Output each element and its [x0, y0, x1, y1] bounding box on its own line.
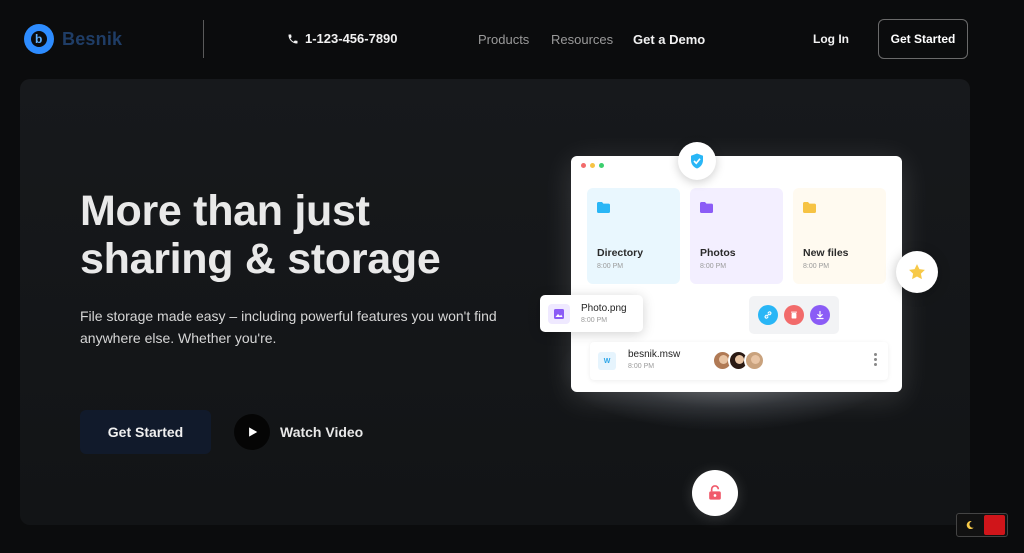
nav-link-resources[interactable]: Resources — [551, 32, 613, 47]
folder-name: Photos — [700, 247, 736, 259]
folder-time: 8:00 PM — [700, 263, 727, 270]
folder-shape — [597, 202, 610, 213]
folder-name: New files — [803, 247, 849, 259]
hero-get-started-button[interactable]: Get Started — [80, 410, 211, 454]
folder-card-directory[interactable]: Directory 8:00 PM — [587, 188, 680, 284]
more-options-icon[interactable] — [874, 353, 878, 368]
window-dots — [581, 163, 604, 168]
play-icon — [234, 414, 270, 450]
top-nav: b Besnik 1-123-456-7890 Products Resourc… — [0, 0, 1024, 78]
logo-text: Besnik — [62, 28, 123, 49]
hero-title-line-1: More than just — [80, 187, 370, 235]
avatar — [744, 350, 765, 371]
folder-shape — [803, 202, 816, 213]
folder-icon — [597, 202, 610, 213]
folder-card-photos[interactable]: Photos 8:00 PM — [690, 188, 783, 284]
nav-link-products[interactable]: Products — [478, 32, 529, 47]
image-icon — [548, 304, 570, 324]
red-theme-swatch[interactable] — [984, 515, 1005, 535]
link-icon[interactable] — [758, 305, 778, 325]
word-doc-icon: W — [598, 352, 616, 370]
moon-icon — [959, 516, 980, 534]
logo-icon: b — [24, 24, 54, 54]
phone-icon — [288, 34, 298, 43]
trash-icon[interactable] — [784, 305, 804, 325]
logo[interactable]: b Besnik — [24, 24, 122, 54]
watch-video-label: Watch Video — [280, 424, 364, 440]
watch-video-button[interactable]: Watch Video — [234, 414, 363, 450]
hero-title-line-2: sharing & storage — [80, 235, 441, 283]
nav-link-demo[interactable]: Get a Demo — [633, 32, 705, 47]
shield-check-icon — [678, 142, 716, 180]
doc-file-row[interactable]: W besnik.msw 8:00 PM — [590, 342, 888, 380]
file-actions — [749, 296, 839, 334]
download-icon[interactable] — [810, 305, 830, 325]
phone-link[interactable]: 1-123-456-7890 — [287, 31, 398, 46]
photo-file-row[interactable]: Photo.png 8:00 PM — [540, 295, 643, 332]
lock-icon — [692, 470, 738, 516]
star-icon — [896, 251, 938, 293]
nav-divider — [203, 20, 204, 58]
doc-file-time: 8:00 PM — [628, 363, 655, 370]
folder-icon — [700, 202, 713, 213]
hero-subtitle: File storage made easy – including power… — [80, 308, 497, 346]
folder-card-new-files[interactable]: New files 8:00 PM — [793, 188, 886, 284]
folder-shape — [700, 202, 713, 213]
photo-file-time: 8:00 PM — [581, 317, 608, 324]
folder-time: 8:00 PM — [803, 263, 830, 270]
hero-title: More than just sharing & storage — [80, 187, 510, 283]
shared-avatars — [712, 350, 765, 371]
theme-toggle[interactable] — [956, 513, 1008, 537]
nav-get-started-button[interactable]: Get Started — [878, 19, 968, 59]
folder-name: Directory — [597, 247, 644, 259]
photo-file-name: Photo.png — [581, 303, 627, 314]
doc-file-name: besnik.msw — [628, 349, 681, 360]
login-link[interactable]: Log In — [813, 32, 849, 46]
folder-time: 8:00 PM — [597, 263, 624, 270]
folder-icon — [803, 202, 816, 213]
phone-number: 1-123-456-7890 — [305, 31, 398, 46]
